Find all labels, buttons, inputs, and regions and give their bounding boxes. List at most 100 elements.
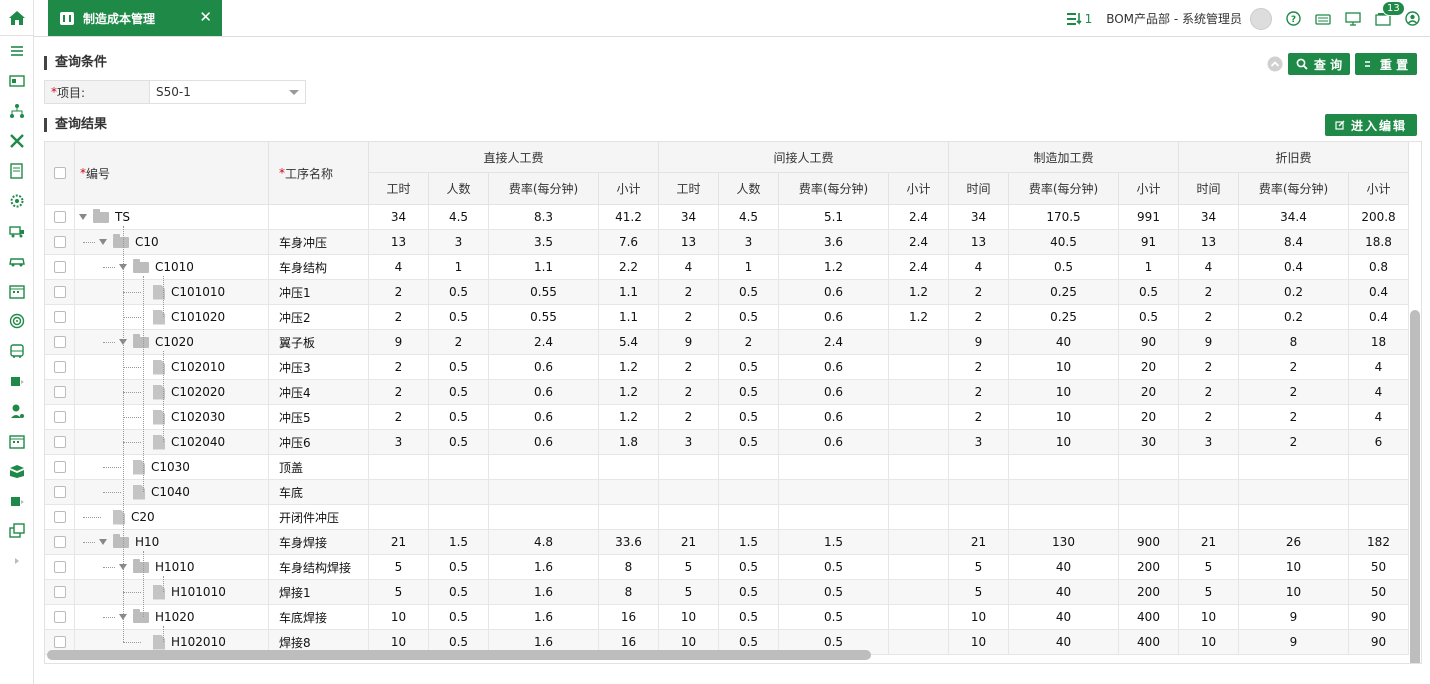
sidebar-item-6[interactable] [0,156,33,186]
messages-button[interactable]: 13 [1375,0,1405,26]
tree-node[interactable]: H10 [99,530,159,554]
tree-node[interactable]: C1020 [119,330,194,354]
row-checkbox[interactable] [53,286,66,298]
col-sub-14[interactable]: 小计 [1349,173,1409,205]
sidebar-item-8[interactable] [0,216,33,246]
table-row[interactable]: H10 车身焊接 21 1.5 4.8 33.6 21 1.5 1.5 21 130 900 21 26 1… [45,530,1409,555]
sidebar-item-15[interactable] [0,426,33,456]
sidebar-item-2[interactable] [0,36,33,66]
col-sub-3[interactable]: 费率(每分钟) [489,173,599,205]
collapse-up-icon[interactable] [1267,56,1283,72]
col-sub-4[interactable]: 小计 [599,173,659,205]
keyboard-button[interactable] [1315,13,1331,25]
row-checkbox[interactable] [53,236,66,248]
row-checkbox[interactable] [53,436,66,448]
enter-edit-button[interactable]: 进入编辑 [1325,114,1417,136]
home-button[interactable] [0,0,33,36]
tree-node[interactable]: C10 [99,230,159,254]
col-sub-5[interactable]: 工时 [659,173,719,205]
table-row[interactable]: C101020 冲压2 2 0.5 0.55 1.1 2 0.5 0.6 1.2 2 0.25 0.5 2… [45,305,1409,330]
col-sub-8[interactable]: 小计 [889,173,949,205]
col-sub-7[interactable]: 费率(每分钟) [779,173,889,205]
row-checkbox[interactable] [53,336,66,348]
sidebar-item-17[interactable] [0,486,33,516]
table-row[interactable]: C101010 冲压1 2 0.5 0.55 1.1 2 0.5 0.6 1.2 2 0.25 0.5 2… [45,280,1409,305]
tree-node[interactable]: C20 [113,505,155,529]
col-sub-1[interactable]: 工时 [369,173,429,205]
reset-button[interactable]: 重 置 [1355,53,1417,75]
task-indicator[interactable]: 1 [1066,12,1092,26]
expand-toggle-icon[interactable] [99,239,107,245]
table-row[interactable]: H1020 车底焊接 10 0.5 1.6 16 10 0.5 0.5 10 40 400 10 9 90 [45,605,1409,630]
table-row[interactable]: C1030 顶盖 [45,455,1409,480]
row-checkbox[interactable] [53,361,66,373]
table-row[interactable]: C1020 翼子板 9 2 2.4 5.4 9 2 2.4 9 40 90 9 8 18 [45,330,1409,355]
close-tab-icon[interactable]: ✕ [199,8,212,26]
tab-manufacturing-cost[interactable]: 制造成本管理 ✕ [48,0,222,36]
col-sub-6[interactable]: 人数 [719,173,779,205]
col-sub-2[interactable]: 人数 [429,173,489,205]
col-sub-9[interactable]: 时间 [949,173,1009,205]
col-sub-11[interactable]: 小计 [1119,173,1179,205]
sidebar-item-3[interactable] [0,66,33,96]
row-checkbox[interactable] [53,636,66,648]
tree-node[interactable]: C1010 [119,255,194,279]
table-row[interactable]: C10 车身冲压 13 3 3.5 7.6 13 3 3.6 2.4 13 40.5 91 13 8.4 18… [45,230,1409,255]
table-row[interactable]: H1010 车身结构焊接 5 0.5 1.6 8 5 0.5 0.5 5 40 200 5 10 50 [45,555,1409,580]
col-sub-10[interactable]: 费率(每分钟) [1009,173,1119,205]
search-button[interactable]: 查 询 [1288,53,1350,75]
row-checkbox[interactable] [53,261,66,273]
tree-node[interactable]: H1010 [119,555,195,579]
sidebar-item-19[interactable] [0,546,33,576]
sidebar-item-9[interactable] [0,246,33,276]
row-checkbox[interactable] [53,461,66,473]
table-row[interactable]: TS 34 4.5 8.3 41.2 34 4.5 5.1 2.4 34 170.5 991 34 34.… [45,205,1409,230]
table-row[interactable]: C1010 车身结构 4 1 1.1 2.2 4 1 1.2 2.4 4 0.5 1 4 0.4 0.8 [45,255,1409,280]
table-row[interactable]: C102010 冲压3 2 0.5 0.6 1.2 2 0.5 0.6 2 10 20 2 2 4 [45,355,1409,380]
row-checkbox[interactable] [53,611,66,623]
sidebar-item-5[interactable] [0,126,33,156]
avatar[interactable] [1250,7,1272,30]
sidebar-item-13[interactable] [0,366,33,396]
table-row[interactable]: C1040 车底 [45,480,1409,505]
sidebar-item-11[interactable] [0,306,33,336]
horizontal-scrollbar[interactable] [47,650,871,660]
select-all-checkbox[interactable] [53,167,66,179]
col-sub-13[interactable]: 费率(每分钟) [1239,173,1349,205]
sidebar-item-14[interactable] [0,396,33,426]
col-process[interactable]: * 工序名称 [269,142,369,205]
row-checkbox[interactable] [53,211,66,223]
help-button[interactable]: ? [1286,11,1301,26]
row-checkbox[interactable] [53,311,66,323]
col-sub-12[interactable]: 时间 [1179,173,1239,205]
row-checkbox[interactable] [53,561,66,573]
sidebar-item-12[interactable] [0,336,33,366]
sidebar-item-16[interactable] [0,456,33,486]
tree-node[interactable]: C1030 [133,455,190,479]
vertical-scrollbar[interactable] [1410,310,1420,663]
expand-toggle-icon[interactable] [79,214,87,220]
row-checkbox[interactable] [53,486,66,498]
table-row[interactable]: C20 开闭件冲压 [45,505,1409,530]
row-checkbox[interactable] [53,536,66,548]
row-checkbox[interactable] [53,511,66,523]
row-checkbox[interactable] [53,386,66,398]
tree-node[interactable]: C1040 [133,480,190,504]
table-row[interactable]: C102020 冲压4 2 0.5 0.6 1.2 2 0.5 0.6 2 10 20 2 2 4 [45,380,1409,405]
sidebar-item-4[interactable] [0,96,33,126]
row-checkbox[interactable] [53,411,66,423]
sidebar-item-10[interactable] [0,276,33,306]
row-checkbox[interactable] [53,586,66,598]
tree-node[interactable]: H1020 [119,605,195,629]
expand-toggle-icon[interactable] [99,539,107,545]
table-row[interactable]: C102030 冲压5 2 0.5 0.6 1.2 2 0.5 0.6 2 10 20 2 2 4 [45,405,1409,430]
sidebar-item-18[interactable] [0,516,33,546]
profile-button[interactable] [1405,11,1420,26]
monitor-button[interactable] [1345,11,1361,26]
col-code[interactable]: * 编号 [75,142,269,205]
table-row[interactable]: C102040 冲压6 3 0.5 0.6 1.8 3 0.5 0.6 3 10 30 3 2 6 [45,430,1409,455]
project-select[interactable]: S50-1 [150,80,306,104]
user-info[interactable]: BOM产品部 - 系统管理员 [1106,7,1272,30]
sidebar-item-7[interactable] [0,186,33,216]
table-row[interactable]: H101010 焊接1 5 0.5 1.6 8 5 0.5 0.5 5 40 200 5 10 50 [45,580,1409,605]
